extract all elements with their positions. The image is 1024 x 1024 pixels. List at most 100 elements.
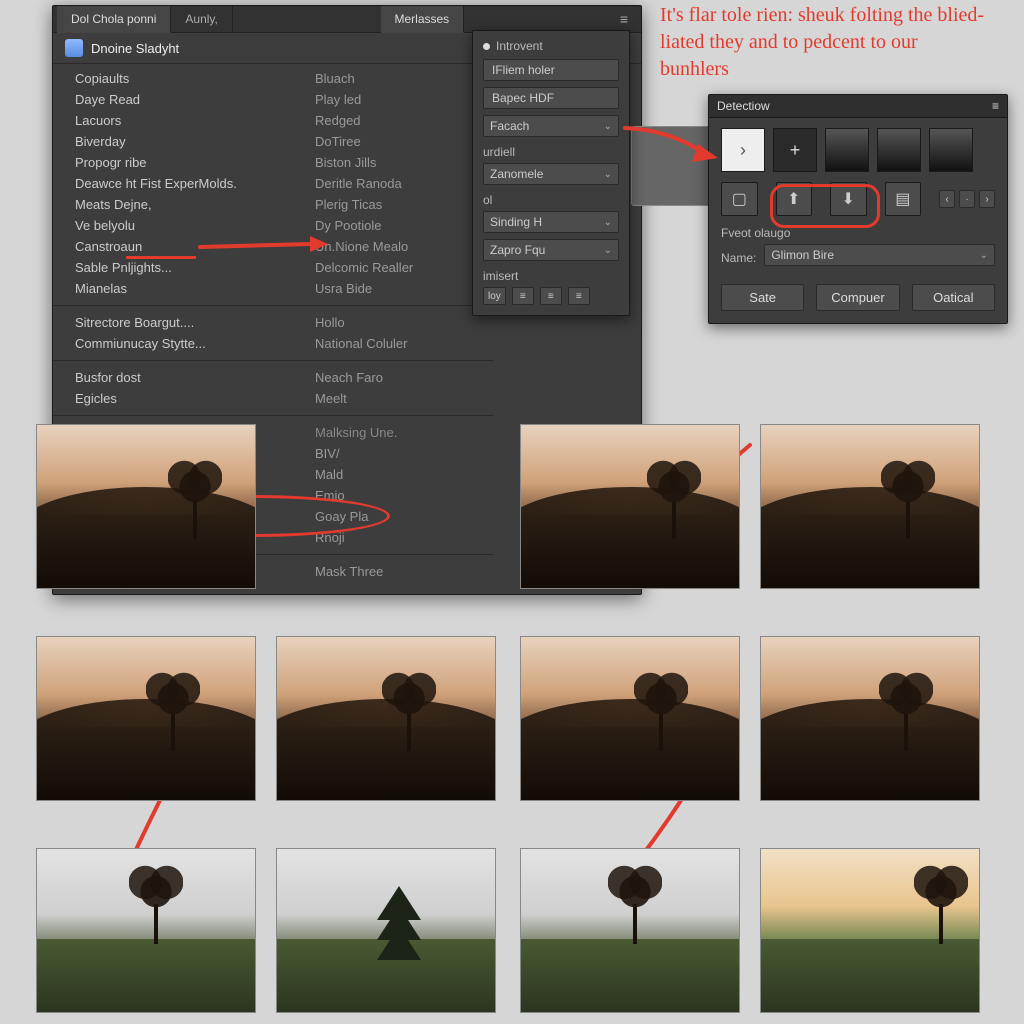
mini-icon-3[interactable]: › bbox=[979, 190, 995, 208]
menu-item[interactable]: Play led bbox=[293, 89, 493, 110]
preset-thumb-1[interactable] bbox=[825, 128, 869, 172]
frame-icon[interactable]: ▢ bbox=[721, 182, 758, 216]
align-right-icon[interactable]: ≡ bbox=[568, 287, 590, 305]
image-thumb[interactable] bbox=[760, 848, 980, 1013]
menu-separator bbox=[293, 554, 493, 555]
menu-item[interactable]: Usra Bide bbox=[293, 278, 493, 299]
compute-button[interactable]: Compuer bbox=[816, 284, 899, 311]
detection-panel-header[interactable]: Detectiow ≡ bbox=[709, 95, 1007, 118]
arrow-up-icon[interactable]: ⬆ bbox=[776, 182, 813, 216]
preset-thumb-add[interactable]: + bbox=[773, 128, 817, 172]
image-thumb[interactable] bbox=[276, 848, 496, 1013]
image-thumb[interactable] bbox=[520, 848, 740, 1013]
dropdown-value: Zanomele bbox=[490, 167, 543, 181]
dropdown-value: Sinding H bbox=[490, 215, 542, 229]
option-dropdown-4[interactable]: Zapro Fqu ⌄ bbox=[483, 239, 619, 261]
menu-item[interactable]: Rnoji bbox=[293, 527, 493, 548]
menu-item[interactable]: Goay Pla bbox=[293, 506, 493, 527]
option-button-2[interactable]: Bapec HDF bbox=[483, 87, 619, 109]
align-left-icon[interactable]: ≡ bbox=[512, 287, 534, 305]
menu-item[interactable]: Biston Jills bbox=[293, 152, 493, 173]
optical-button[interactable]: Oatical bbox=[912, 284, 995, 311]
preset-strip: › + bbox=[709, 118, 1007, 182]
menu-item[interactable]: Commiunucay Stytte... bbox=[53, 333, 293, 354]
action-row: ▢ ⬆ ⬇ ▤ ‹ · › bbox=[709, 182, 1007, 224]
image-thumb[interactable] bbox=[760, 424, 980, 589]
menu-item[interactable]: Mald bbox=[293, 464, 493, 485]
image-thumb[interactable] bbox=[520, 424, 740, 589]
radio-dot-icon[interactable] bbox=[483, 43, 490, 50]
save-button[interactable]: Sate bbox=[721, 284, 804, 311]
menu-item[interactable]: Sitrectore Boargut.... bbox=[53, 312, 293, 333]
align-center-icon[interactable]: ≡ bbox=[540, 287, 562, 305]
menu-separator bbox=[53, 415, 293, 416]
menu-item[interactable]: Canstroaun bbox=[53, 236, 293, 257]
image-thumb[interactable] bbox=[520, 636, 740, 801]
preset-thumb-2[interactable] bbox=[877, 128, 921, 172]
menu-item[interactable]: Egicles bbox=[53, 388, 293, 409]
menu-item[interactable]: Hollo bbox=[293, 312, 493, 333]
menu-separator bbox=[293, 415, 493, 416]
menu-item[interactable]: Meats Dejne, bbox=[53, 194, 293, 215]
menu-col-right: Bluach Play led Redged DoTiree Biston Ji… bbox=[293, 64, 493, 586]
dropdown-value: Facach bbox=[490, 119, 529, 133]
menu-item[interactable]: National Coluler bbox=[293, 333, 493, 354]
chevron-down-icon: ⌄ bbox=[604, 169, 612, 180]
mini-icon-1[interactable]: ‹ bbox=[939, 190, 955, 208]
option-dropdown-3[interactable]: Sinding H ⌄ bbox=[483, 211, 619, 233]
section-label: urdiell bbox=[483, 145, 619, 159]
menu-tab-1[interactable]: Aunly, bbox=[171, 6, 232, 32]
menu-separator bbox=[293, 360, 493, 361]
menu-item[interactable]: Biverday bbox=[53, 131, 293, 152]
menu-item[interactable]: Copiaults bbox=[53, 68, 293, 89]
preset-thumb-blank[interactable]: › bbox=[721, 128, 765, 172]
menu-item[interactable]: Busfor dost bbox=[53, 367, 293, 388]
mini-label: loy bbox=[483, 287, 506, 305]
menu-item[interactable]: Propogr ribe bbox=[53, 152, 293, 173]
option-dropdown-1[interactable]: Facach ⌄ bbox=[483, 115, 619, 137]
name-dropdown[interactable]: Glimon Bire ⌄ bbox=[764, 244, 995, 266]
panel-menu-icon[interactable]: ≡ bbox=[992, 99, 999, 113]
menu-hamburger-icon[interactable]: ≡ bbox=[612, 7, 637, 31]
option-dropdown-2[interactable]: Zanomele ⌄ bbox=[483, 163, 619, 185]
image-thumb[interactable] bbox=[36, 424, 256, 589]
image-thumb[interactable] bbox=[760, 636, 980, 801]
menu-item[interactable]: Meelt bbox=[293, 388, 493, 409]
menu-item[interactable]: Deritle Ranoda bbox=[293, 173, 493, 194]
section-label: imisert bbox=[483, 269, 619, 283]
menu-item[interactable]: Malksing Une. bbox=[293, 422, 493, 443]
image-thumb[interactable] bbox=[36, 848, 256, 1013]
option-button-1[interactable]: IFliem holer bbox=[483, 59, 619, 81]
menu-item[interactable]: Emio bbox=[293, 485, 493, 506]
menu-item[interactable]: Deawce ht Fist ExperMolds. bbox=[53, 173, 293, 194]
menu-item[interactable]: Mianelas bbox=[53, 278, 293, 299]
menu-item[interactable]: DoTiree bbox=[293, 131, 493, 152]
menu-item[interactable]: Lacuors bbox=[53, 110, 293, 131]
menu-item[interactable]: BIV/ bbox=[293, 443, 493, 464]
menu-item[interactable]: Neach Faro bbox=[293, 367, 493, 388]
menu-item[interactable]: Redged bbox=[293, 110, 493, 131]
dropdown-value: Zapro Fqu bbox=[490, 243, 545, 257]
menu-separator bbox=[53, 360, 293, 361]
image-thumb[interactable] bbox=[36, 636, 256, 801]
mini-icon-2[interactable]: · bbox=[959, 190, 975, 208]
menu-item[interactable]: Plerig Ticas bbox=[293, 194, 493, 215]
arrow-down-icon[interactable]: ⬇ bbox=[830, 182, 867, 216]
menu-item[interactable]: Delcomic Realler bbox=[293, 257, 493, 278]
preset-caption: Fveot olaugo bbox=[721, 226, 790, 240]
menu-item[interactable]: Bluach bbox=[293, 68, 493, 89]
menu-item[interactable]: Ve belyolu bbox=[53, 215, 293, 236]
menu-item[interactable]: Dy Pootiole bbox=[293, 215, 493, 236]
menu-item[interactable]: Mask Three bbox=[293, 561, 493, 582]
menu-tab-merlasses[interactable]: Merlasses bbox=[381, 6, 465, 33]
chevron-down-icon: ⌄ bbox=[604, 245, 612, 256]
menu-tab-0[interactable]: Dol Chola ponni bbox=[57, 6, 171, 33]
menu-item[interactable]: Daye Read bbox=[53, 89, 293, 110]
menu-item[interactable]: Un.Nione Mealo bbox=[293, 236, 493, 257]
avatar-icon bbox=[65, 39, 83, 57]
list-icon[interactable]: ▤ bbox=[885, 182, 922, 216]
menu-item[interactable]: Sable Pnljights... bbox=[53, 257, 293, 278]
menu-user-name: Dnoine Sladyht bbox=[91, 41, 179, 56]
preset-thumb-3[interactable] bbox=[929, 128, 973, 172]
image-thumb[interactable] bbox=[276, 636, 496, 801]
